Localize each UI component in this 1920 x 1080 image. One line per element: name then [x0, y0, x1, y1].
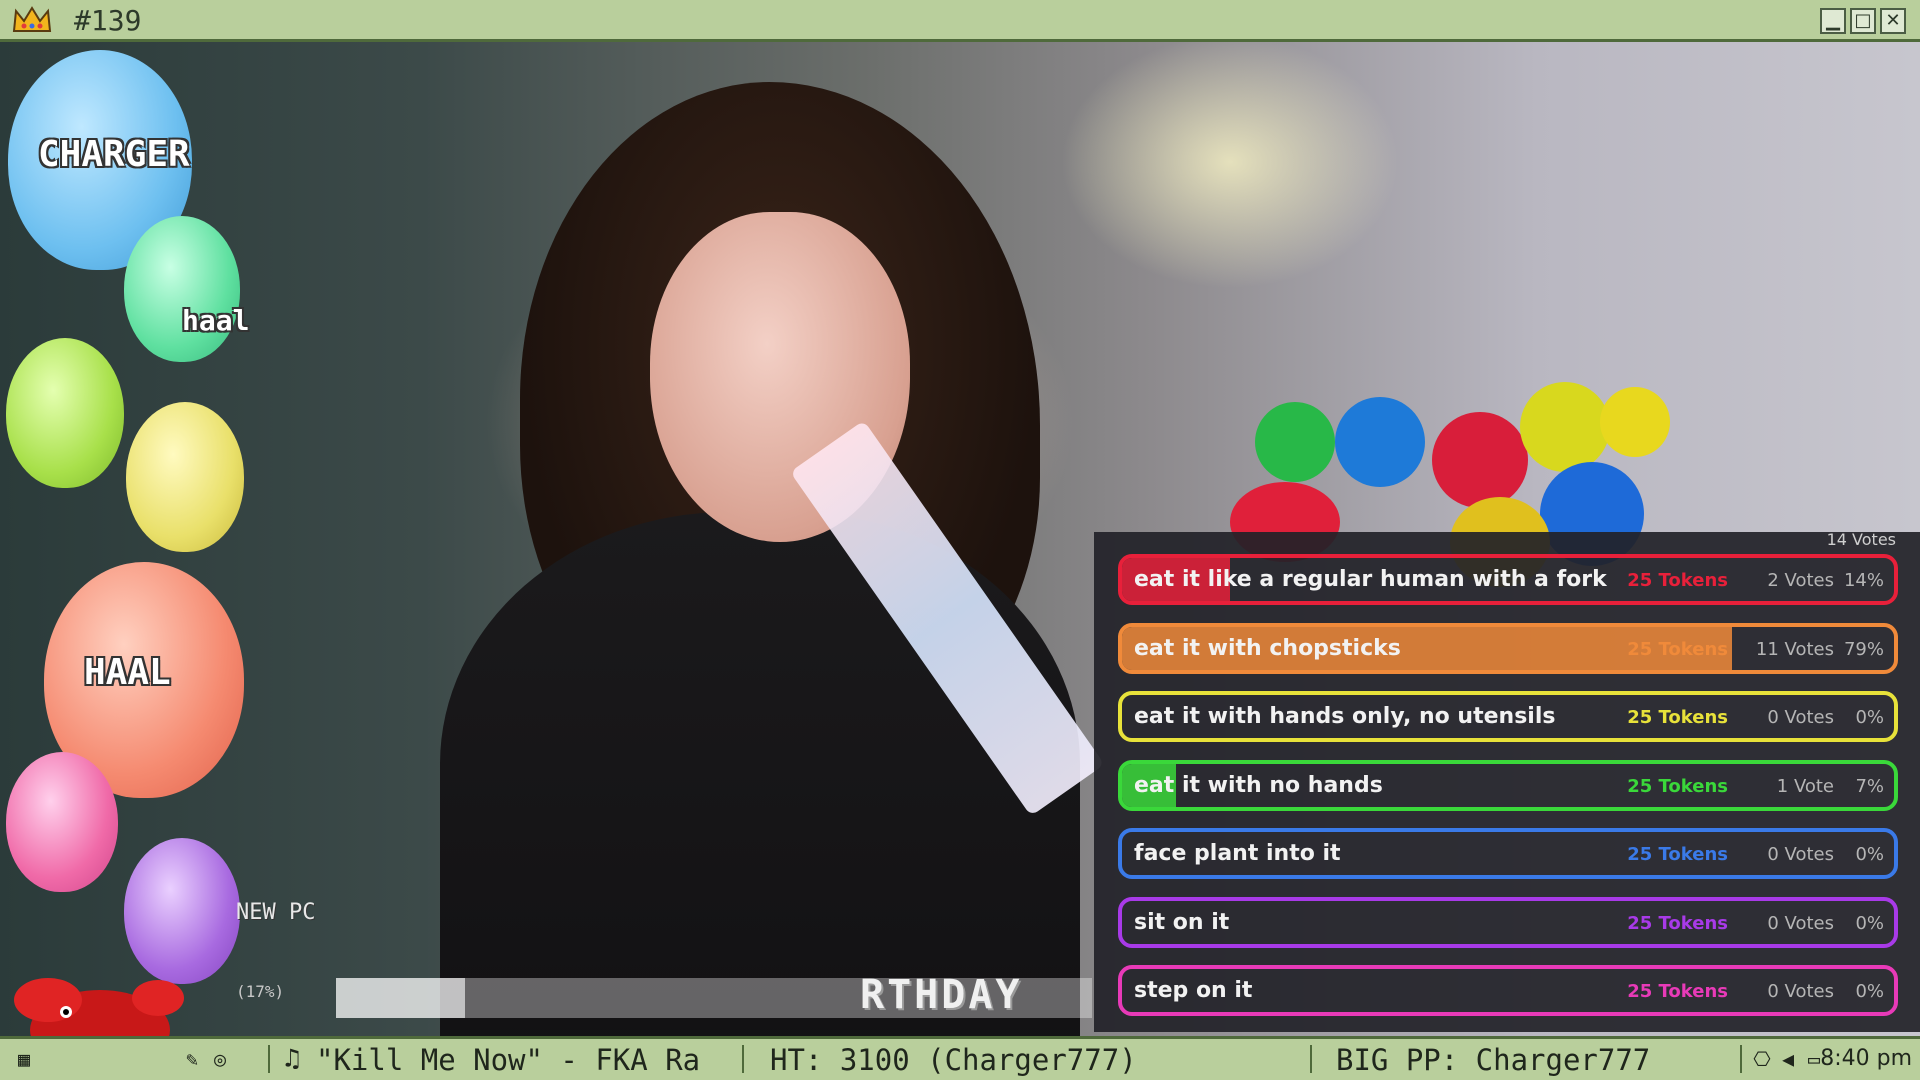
music-note-icon: ♫ [284, 1044, 300, 1074]
window-title: #139 [74, 4, 142, 37]
poll-option[interactable]: eat it like a regular human with a fork 2… [1118, 554, 1898, 605]
poll-option-label: eat it with hands only, no utensils [1134, 704, 1556, 729]
balloon-label-haal: HAAL [84, 652, 171, 693]
browser-icon[interactable]: ◎ [208, 1047, 232, 1071]
goal-percent: (17%) [236, 982, 285, 1001]
poll-option-label: eat it with chopsticks [1134, 635, 1401, 661]
edit-icon[interactable]: ✎ [180, 1047, 204, 1071]
poll-option[interactable]: eat it with chopsticks 25 Tokens 11 Votes 7… [1118, 622, 1898, 674]
poll-option-votes: 2 Votes [1767, 570, 1834, 591]
goal-progress-fill [336, 978, 465, 1018]
balloon-haal-small [124, 216, 240, 362]
poll-option-percent: 14% [1843, 570, 1884, 591]
poll-option-percent: 0% [1855, 981, 1884, 1002]
decor-ball [1600, 387, 1670, 457]
poll-option-label: eat it like a regular human with a fork [1134, 567, 1607, 592]
poll-option-votes: 0 Votes [1767, 981, 1834, 1002]
balloon-green [6, 338, 124, 488]
big-pp: BIG PP: Charger777 [1336, 1043, 1651, 1077]
balloon-label-haal-small: haal [182, 304, 250, 337]
start-icon[interactable]: ▦ [12, 1047, 36, 1071]
poll-option[interactable]: step on it 25 Tokens 0 Votes 0% [1118, 965, 1898, 1016]
taskbar-separator [1740, 1045, 1742, 1073]
window-titlebar: #139 ▁ □ ✕ [0, 0, 1920, 42]
birthday-banner-text: RTHDAY [860, 972, 1023, 1018]
poll-option-label: face plant into it [1134, 841, 1341, 866]
poll-option-percent: 0% [1855, 707, 1884, 728]
taskbar-separator [742, 1045, 744, 1073]
poll-option-percent: 7% [1855, 775, 1884, 797]
poll-option[interactable]: eat it with hands only, no utensils 25 To… [1118, 691, 1898, 742]
poll-option-tokens: 25 Tokens [1627, 844, 1728, 865]
minimize-icon: ▁ [1826, 10, 1840, 31]
taskbar: ▦ ✎ ◎ ♫ "Kill Me Now" - FKA Ra HT: 3100 … [0, 1036, 1920, 1080]
poll-option-votes: 0 Votes [1767, 707, 1834, 728]
poll-option-tokens: 25 Tokens [1627, 981, 1728, 1002]
maximize-button[interactable]: □ [1850, 8, 1876, 34]
close-button[interactable]: ✕ [1880, 8, 1906, 34]
crown-icon [12, 6, 52, 32]
poll-option-tokens: 25 Tokens [1627, 912, 1728, 934]
poll-option-tokens: 25 Tokens [1627, 570, 1728, 591]
poll-option-label: sit on it [1134, 909, 1230, 935]
poll-option-tokens: 25 Tokens [1627, 638, 1728, 660]
poll-option[interactable]: sit on it 25 Tokens 0 Votes 0% [1118, 896, 1898, 948]
maximize-icon: □ [1854, 10, 1872, 31]
streamer-body [440, 512, 1080, 1036]
poll-option-label: eat it with no hands [1134, 772, 1383, 798]
balloon-label-charger: CHARGER [38, 134, 190, 175]
poll-option-votes: 0 Votes [1767, 844, 1834, 865]
now-playing: "Kill Me Now" - FKA Ra [316, 1043, 701, 1077]
network-icon[interactable]: ⎔ [1750, 1047, 1774, 1071]
poll-total-votes: 14 Votes [1826, 530, 1896, 549]
decor-ball [1432, 412, 1528, 508]
minimize-button[interactable]: ▁ [1820, 8, 1846, 34]
poll-option-votes: 11 Votes [1755, 638, 1834, 660]
taskbar-clock[interactable]: 8:40 pm [1820, 1046, 1912, 1071]
poll-option-percent: 79% [1843, 638, 1884, 660]
decor-ball [1335, 397, 1425, 487]
poll-option-percent: 0% [1855, 912, 1884, 934]
token-poll: 14 Votes eat it like a regular human wit… [1094, 530, 1920, 1032]
taskbar-separator [1310, 1045, 1312, 1073]
poll-option-votes: 1 Vote [1776, 775, 1834, 797]
poll-option[interactable]: face plant into it 25 Tokens 0 Votes 0% [1118, 828, 1898, 879]
balloon-pink [6, 752, 118, 892]
poll-option-percent: 0% [1855, 844, 1884, 865]
close-icon: ✕ [1885, 10, 1901, 31]
poll-option-label: step on it [1134, 978, 1253, 1003]
poll-option-votes: 0 Votes [1767, 912, 1834, 934]
balloon-yellow [126, 402, 244, 552]
poll-option-tokens: 25 Tokens [1627, 707, 1728, 728]
decor-ball [1255, 402, 1335, 482]
poll-option-tokens: 25 Tokens [1627, 775, 1728, 797]
poll-option[interactable]: eat it with no hands 25 Tokens 1 Vote 7% [1118, 759, 1898, 811]
decor-ball [1520, 382, 1610, 472]
speaker-icon[interactable]: ◀ [1776, 1047, 1800, 1071]
taskbar-separator [268, 1045, 270, 1073]
high-tip: HT: 3100 (Charger777) [770, 1043, 1137, 1077]
goal-label: NEW PC [236, 900, 316, 925]
